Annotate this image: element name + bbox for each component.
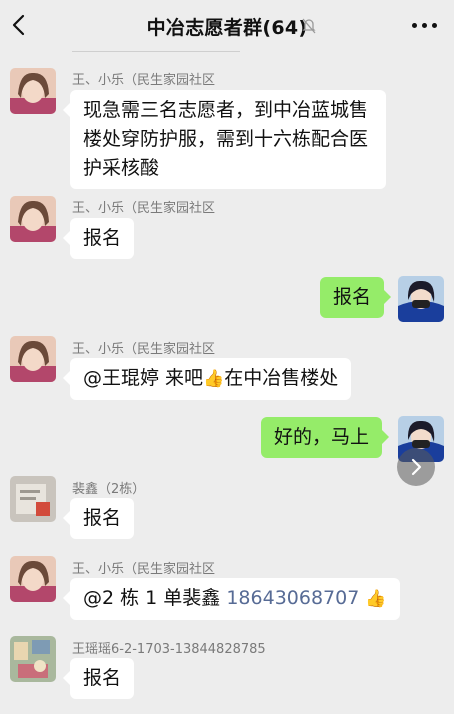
chat-title: 中冶志愿者群(64) [146,17,308,39]
bell-off-icon [302,17,316,35]
more-dots-icon [412,23,417,28]
sender-name: 王、小乐（民生家园社区 [72,562,216,577]
own-message-bubble[interactable]: 好的，马上 [261,417,390,458]
message-bubble[interactable]: 报名 [62,498,135,539]
scroll-button[interactable] [397,448,435,486]
message-text: @2 栋 1 单裴鑫 [83,587,227,609]
more-dots-icon [422,23,427,28]
own-message-bubble[interactable]: 报名 [320,277,392,318]
sender-name: 王、小乐（民生家园社区 [72,73,216,88]
message-text: @王琨婷 来吧 [83,367,204,389]
sender-name: 王、小乐（民生家园社区 [72,201,216,216]
avatar[interactable] [10,196,56,242]
avatar[interactable] [10,476,56,522]
message-text: 在中冶售楼处 [224,367,339,389]
more-button[interactable] [410,15,440,35]
avatar[interactable] [10,336,56,382]
avatar[interactable] [10,556,56,602]
chat-header: 中冶志愿者群(64) [0,0,454,50]
divider [72,51,240,52]
own-avatar[interactable] [398,276,444,322]
more-dots-icon [432,23,437,28]
message-bubble[interactable]: 报名 [62,218,135,259]
sender-name: 裴鑫（2栋） [72,482,146,497]
thumbs-up-icon: 👍 [365,589,387,609]
avatar[interactable] [10,68,56,114]
sender-name: 王瑶瑶6-2-1703-13844828785 [72,642,266,657]
thumbs-up-icon: 👍 [203,369,225,389]
phone-link[interactable]: 18643068707 [226,587,359,609]
message-bubble[interactable]: 报名 [62,658,135,699]
avatar[interactable] [10,636,56,682]
message-bubble[interactable]: @王琨婷 来吧👍在中冶售楼处 [62,358,352,400]
sender-name: 王、小乐（民生家园社区 [72,342,216,357]
message-bubble[interactable]: 现急需三名志愿者，到中冶蓝城售楼处穿防护服，需到十六栋配合医护采核酸 [63,90,386,189]
chevron-right-icon [411,458,422,476]
message-bubble[interactable]: @2 栋 1 单裴鑫 18643068707 👍 [63,578,400,620]
